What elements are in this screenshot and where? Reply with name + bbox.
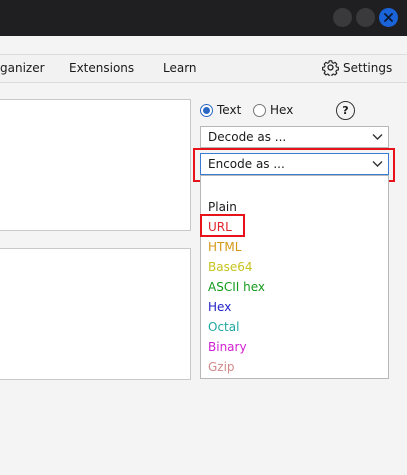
close-icon[interactable] (379, 8, 398, 27)
settings-button[interactable]: Settings (322, 59, 392, 76)
decode-as-select[interactable]: Decode as ... (200, 126, 389, 148)
menu-organizer[interactable]: ganizer (0, 61, 45, 75)
chevron-down-icon (372, 134, 383, 140)
encode-option-html[interactable]: HTML (208, 240, 241, 254)
help-icon[interactable]: ? (336, 101, 355, 120)
chevron-down-icon (372, 161, 383, 167)
maximize-icon[interactable] (356, 8, 375, 27)
menu-extensions[interactable]: Extensions (69, 61, 134, 75)
input-pane[interactable] (0, 99, 191, 231)
encode-option-base64[interactable]: Base64 (208, 260, 253, 274)
radio-hex-label: Hex (270, 103, 294, 117)
title-bar (0, 0, 407, 36)
settings-label: Settings (343, 60, 393, 75)
encode-option-hex[interactable]: Hex (208, 300, 231, 314)
encode-option-ascii-hex[interactable]: ASCII hex (208, 280, 265, 294)
encode-option-binary[interactable]: Binary (208, 340, 247, 354)
output-pane[interactable] (0, 248, 191, 380)
radio-hex[interactable]: Hex (253, 103, 293, 117)
radio-text-indicator (200, 103, 213, 117)
encode-as-label: Encode as ... (208, 157, 285, 171)
encode-option-octal[interactable]: Octal (208, 320, 239, 334)
encode-option-plain[interactable]: Plain (208, 200, 237, 214)
encode-options-list: Plain URL HTML Base64 ASCII hex Hex Octa… (200, 175, 389, 379)
encode-option-url[interactable]: URL (208, 220, 232, 234)
radio-hex-indicator (253, 103, 266, 117)
decode-as-label: Decode as ... (208, 130, 287, 144)
menu-learn[interactable]: Learn (163, 61, 197, 75)
menu-bar: ganizer Extensions Learn Settings (0, 54, 407, 83)
minimize-icon[interactable] (333, 8, 352, 27)
radio-text[interactable]: Text (200, 103, 241, 117)
radio-text-label: Text (217, 103, 242, 117)
encode-option-gzip[interactable]: Gzip (208, 360, 235, 374)
gear-icon (322, 60, 339, 76)
encode-as-select[interactable]: Encode as ... (200, 153, 389, 175)
